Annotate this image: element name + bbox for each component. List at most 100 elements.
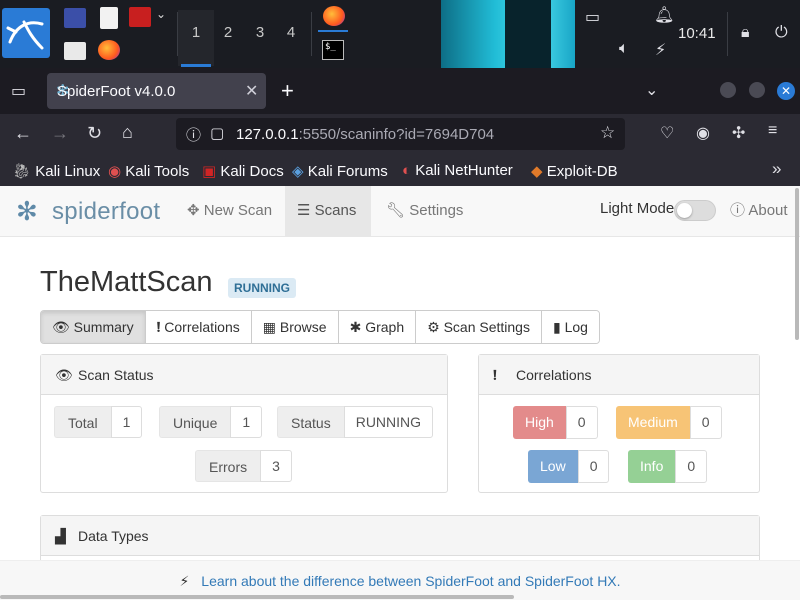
panel-separator: [727, 12, 728, 56]
workspace-1[interactable]: 1: [182, 24, 210, 41]
text-editor-icon[interactable]: [100, 7, 118, 29]
bookmark-kali-forums[interactable]: ◈ Kali Forums: [292, 162, 388, 180]
volume-icon[interactable]: 🔈︎: [619, 40, 629, 58]
tab-summary[interactable]: 👁︎ Summary: [41, 311, 146, 343]
maximize-icon[interactable]: [749, 82, 765, 98]
extensions-icon[interactable]: ✣: [732, 123, 745, 143]
audio-visualizer-dark: [505, 0, 551, 68]
url-text: 127.0.0.1:5550/scaninfo?id=7694D704: [236, 126, 494, 143]
nav-new-scan[interactable]: ✥ New Scan: [175, 186, 284, 236]
nav-scans[interactable]: ☰ Scans: [285, 186, 371, 236]
bookmark-kali-nethunter[interactable]: ◐ Kali NetHunter: [402, 162, 513, 179]
browser-tab-bar: ▭ ✻ SpiderFoot v4.0.0 ✕ + ⌄ ✕: [0, 68, 800, 114]
minimize-icon[interactable]: [720, 82, 736, 98]
corr-medium[interactable]: Medium 0: [616, 406, 722, 439]
nav-about[interactable]: ⓘ About: [718, 186, 800, 236]
stat-errors: Errors 3: [195, 450, 292, 482]
tab-overview-icon[interactable]: ▭: [11, 81, 26, 101]
exclamation-circle-icon: ❗︎: [156, 319, 161, 335]
scan-tabs: 👁︎ Summary ❗︎ Correlations ▦ Browse ✱ Gr…: [40, 310, 600, 344]
tab-scan-settings[interactable]: ⚙ Scan Settings: [416, 311, 542, 343]
nav-settings[interactable]: 🔧︎ Settings: [374, 186, 475, 236]
bookmark-label: Kali NetHunter: [415, 162, 513, 179]
corr-high[interactable]: High 0: [513, 406, 598, 439]
bookmark-label: Kali Linux: [35, 163, 101, 180]
exclamation-circle-icon: ❗︎: [493, 367, 497, 383]
tab-log[interactable]: ▮ Log: [541, 311, 599, 343]
workspace-3[interactable]: 3: [246, 24, 274, 41]
corr-value: 0: [565, 406, 598, 439]
url-bar[interactable]: ⓘ ▢ 127.0.0.1:5550/scaninfo?id=7694D704 …: [176, 118, 625, 150]
terminal-root-icon[interactable]: [129, 7, 151, 27]
bookmarks-overflow-icon[interactable]: »: [772, 159, 781, 179]
workspace-4[interactable]: 4: [277, 24, 305, 41]
nav-label: About: [748, 202, 788, 219]
clock[interactable]: 10:41: [678, 25, 716, 42]
scan-title: TheMattScan: [40, 266, 213, 298]
list-icon: ☰: [297, 202, 311, 219]
kali-forums-icon: ◈: [292, 163, 304, 180]
tab-graph[interactable]: ✱ Graph: [338, 311, 417, 343]
horizontal-scrollbar[interactable]: [0, 595, 514, 599]
firefox-window-icon[interactable]: [323, 6, 345, 26]
bell-icon[interactable]: 🔔︎: [654, 5, 674, 25]
stat-value: 3: [260, 450, 292, 482]
kali-tools-icon: ◉: [108, 163, 122, 180]
bookmark-kali-docs[interactable]: ▣ Kali Docs: [202, 162, 284, 180]
bookmark-kali-linux[interactable]: 🐉︎ Kali Linux: [12, 162, 100, 180]
tab-label: Summary: [73, 319, 134, 335]
desktop-icon[interactable]: [64, 8, 86, 28]
tab-correlations[interactable]: ❗︎ Correlations: [145, 311, 252, 343]
kali-docs-icon: ▣: [202, 163, 217, 180]
account-icon[interactable]: ◉: [696, 123, 710, 143]
asterisk-icon: ✱: [349, 319, 362, 335]
kali-menu-icon[interactable]: [2, 8, 50, 58]
logout-icon[interactable]: ⏻: [775, 24, 788, 42]
corr-low[interactable]: Low 0: [528, 450, 610, 483]
hx-learn-link[interactable]: Learn about the difference between Spide…: [201, 573, 620, 589]
terminal-window-icon[interactable]: $_: [322, 40, 344, 60]
close-window-icon[interactable]: ✕: [777, 82, 795, 100]
battery-charging-icon[interactable]: ⚡: [655, 40, 666, 60]
new-tab-icon[interactable]: +: [281, 78, 294, 104]
spiderfoot-logo[interactable]: spiderfoot: [52, 198, 160, 226]
light-mode-toggle[interactable]: [674, 200, 716, 221]
firefox-icon[interactable]: [98, 40, 120, 60]
corr-label: High: [513, 406, 566, 439]
connection-icon[interactable]: ▢: [210, 124, 224, 142]
stat-label: Status: [277, 406, 344, 438]
chevron-down-icon[interactable]: ⌄: [156, 7, 166, 21]
stat-unique: Unique 1: [159, 406, 263, 438]
site-info-icon[interactable]: ⓘ: [186, 124, 201, 145]
home-icon[interactable]: ⌂: [122, 122, 133, 143]
nethunter-icon: ◐: [402, 162, 412, 179]
bar-chart-icon: ▟: [55, 528, 66, 544]
menu-icon[interactable]: ≡: [768, 122, 777, 140]
corr-info[interactable]: Info 0: [628, 450, 708, 483]
vertical-scrollbar[interactable]: [795, 188, 799, 340]
workspace-2[interactable]: 2: [214, 24, 242, 41]
bookmark-exploit-db[interactable]: ◆ Exploit-DB: [531, 162, 618, 180]
tab-browse[interactable]: ▦ Browse: [251, 311, 339, 343]
lock-icon[interactable]: 🔒︎: [741, 24, 750, 42]
tab-label: Browse: [279, 319, 327, 335]
bookmark-kali-tools[interactable]: ◉ Kali Tools: [108, 162, 189, 180]
reload-icon[interactable]: ↻: [87, 123, 102, 144]
stat-label: Unique: [159, 406, 231, 438]
stat-value: 1: [230, 406, 263, 438]
exploit-db-icon: ◆: [531, 163, 543, 180]
panel-title: Correlations: [516, 367, 592, 383]
close-tab-icon[interactable]: ✕: [245, 81, 258, 101]
panel-title: Scan Status: [78, 367, 154, 383]
corr-label: Medium: [616, 406, 690, 439]
back-icon[interactable]: ←: [14, 123, 32, 144]
tab-label: Log: [564, 319, 588, 335]
file-manager-icon[interactable]: [64, 42, 86, 60]
screen-icon[interactable]: ▭: [585, 7, 600, 27]
forward-icon[interactable]: →: [51, 123, 69, 144]
corr-value: 0: [577, 450, 610, 483]
bookmark-star-icon[interactable]: ☆: [600, 123, 615, 143]
pocket-icon[interactable]: ♡: [660, 123, 674, 143]
tab-list-chevron-icon[interactable]: ⌄: [645, 80, 658, 100]
browser-nav-bar: ← → ↻ ⌂ ⓘ ▢ 127.0.0.1:5550/scaninfo?id=7…: [0, 114, 800, 154]
